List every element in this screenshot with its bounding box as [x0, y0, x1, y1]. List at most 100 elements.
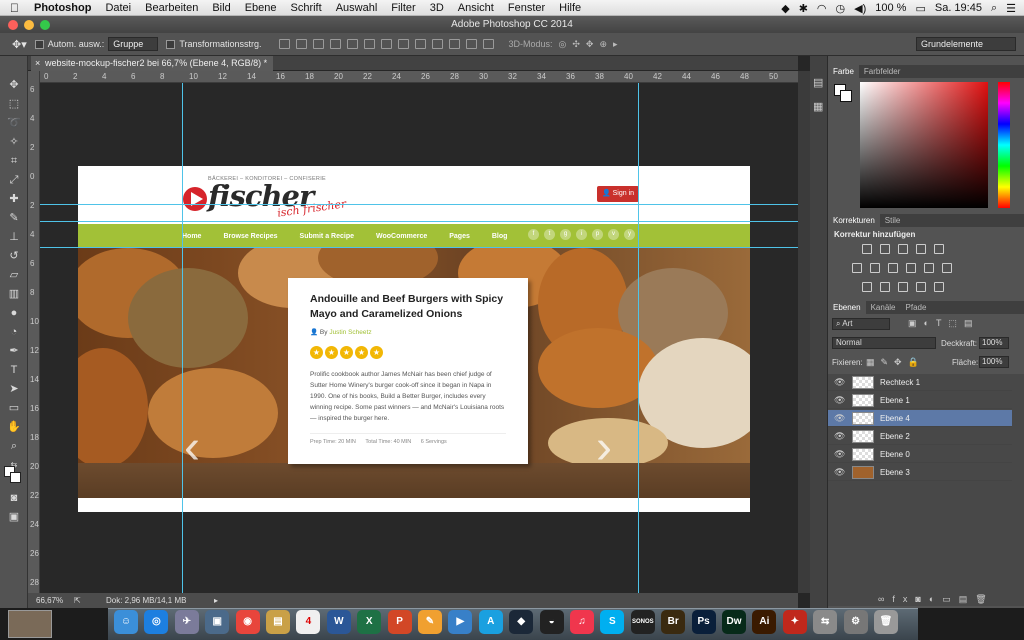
dock-acrobat-icon[interactable]: ✦	[782, 610, 807, 634]
menu-hilfe[interactable]: Hilfe	[552, 2, 588, 14]
menu-filter[interactable]: Filter	[384, 2, 422, 14]
stamp-tool-icon[interactable]: ⊥	[6, 230, 22, 244]
move-tool-icon[interactable]: ✥	[6, 78, 22, 92]
color-picker-field[interactable]	[860, 82, 988, 208]
minimize-window-button[interactable]	[24, 20, 34, 30]
workspace-dropdown[interactable]: Grundelemente	[916, 37, 1016, 51]
dock-sonos-icon[interactable]: SONOS	[630, 610, 655, 634]
properties-panel-icon[interactable]: ▦	[813, 100, 823, 113]
dodge-tool-icon[interactable]: ◔	[6, 325, 22, 339]
dock-skype-icon[interactable]: S	[600, 610, 625, 634]
blur-tool-icon[interactable]: ●	[6, 306, 22, 320]
gradient-tool-icon[interactable]: ▥	[6, 287, 22, 301]
dock-safari-icon[interactable]: ◎	[144, 610, 169, 634]
align-right-icon[interactable]	[363, 39, 375, 49]
dock-sonos-icon[interactable]: ◒	[539, 610, 564, 634]
volume-icon[interactable]: ◀)	[854, 2, 866, 15]
align-left-icon[interactable]	[329, 39, 341, 49]
menu-ebene[interactable]: Ebene	[238, 2, 284, 14]
nav-pages[interactable]: Pages	[449, 233, 470, 240]
website-mockup[interactable]: BÄCKEREI – KONDITOREI – CONFISERIE fisch…	[78, 166, 750, 512]
layer-action-icons[interactable]: ∞fx◙◐▭▤🗑	[878, 594, 995, 605]
menu-schrift[interactable]: Schrift	[284, 2, 329, 14]
layer-row[interactable]: 👁 Ebene 0	[828, 446, 1012, 463]
nav-home[interactable]: Home	[182, 233, 201, 240]
nav-woocommerce[interactable]: WooCommerce	[376, 233, 427, 240]
tab-stile[interactable]: Stile	[880, 214, 906, 227]
3d-mode-icons[interactable]: ◎✣✥⊕▸	[559, 39, 624, 50]
dock-trash-icon[interactable]: 🗑	[874, 610, 898, 634]
notification-center-icon[interactable]: ☰	[1006, 2, 1016, 15]
align-vcenter-icon[interactable]	[295, 39, 307, 49]
eyedropper-icon[interactable]: ⤢	[6, 173, 22, 187]
bluetooth-icon[interactable]: ✱	[799, 2, 808, 15]
dock-keynote-icon[interactable]: ▶	[448, 610, 473, 634]
screen-mode-icon[interactable]: ▣	[6, 510, 22, 524]
distribute-hcenter-icon[interactable]	[448, 39, 460, 49]
lock-icons[interactable]: ▦✎✥🔒	[866, 357, 925, 368]
path-select-icon[interactable]: ➤	[6, 382, 22, 396]
nav-submit-recipe[interactable]: Submit a Recipe	[300, 233, 354, 240]
layer-row[interactable]: 👁 Ebene 3	[828, 464, 1012, 481]
recipe-card[interactable]: Andouille and Beef Burgers with Spicy Ma…	[288, 278, 528, 464]
googleplus-icon[interactable]: g	[560, 229, 571, 240]
lasso-tool-icon[interactable]: ➰	[6, 116, 22, 130]
battery-icon[interactable]: ▭	[915, 2, 925, 15]
layer-row[interactable]: 👁 Ebene 1	[828, 392, 1012, 409]
visibility-eye-icon[interactable]: 👁	[834, 377, 845, 388]
facebook-icon[interactable]: f	[528, 229, 539, 240]
time-machine-icon[interactable]: ◷	[836, 2, 846, 15]
align-top-icon[interactable]	[278, 39, 290, 49]
slider-prev-arrow-icon[interactable]: ‹	[184, 418, 210, 478]
export-icon[interactable]: ⇱	[74, 593, 81, 608]
history-panel-icon[interactable]: ▤	[813, 76, 823, 89]
color-lookup-icon[interactable]	[942, 263, 952, 273]
layer-row-selected[interactable]: 👁 Ebene 4	[828, 410, 1012, 427]
background-color-swatch[interactable]	[10, 472, 21, 483]
dock-bridge-icon[interactable]: Br	[661, 610, 686, 634]
history-brush-icon[interactable]: ↺	[6, 249, 22, 263]
document-tab[interactable]: × website-mockup-fischer2 bei 66,7% (Ebe…	[31, 56, 274, 71]
status-menu-icon[interactable]: ▸	[214, 593, 218, 608]
magic-wand-icon[interactable]: ✧	[6, 135, 22, 149]
wifi-icon[interactable]: ◠	[817, 2, 827, 15]
visibility-eye-icon[interactable]: 👁	[834, 467, 845, 478]
layer-filter-icons[interactable]: ▣◐T⬚▤	[908, 318, 979, 329]
youtube-icon[interactable]: y	[624, 229, 635, 240]
tab-korrekturen[interactable]: Korrekturen	[828, 214, 880, 227]
tab-pfade[interactable]: Pfade	[901, 301, 932, 314]
vibrance-icon[interactable]	[934, 244, 944, 254]
channel-mixer-icon[interactable]	[924, 263, 934, 273]
dock-rocket-icon[interactable]: ✈	[174, 610, 199, 634]
clock[interactable]: Sa. 19:45	[935, 2, 982, 14]
twitter-icon[interactable]: t	[544, 229, 555, 240]
menu-auswahl[interactable]: Auswahl	[329, 2, 385, 14]
dock-photoshop-icon[interactable]: Ps	[691, 610, 716, 634]
tab-kanaele[interactable]: Kanäle	[866, 301, 901, 314]
battery-label[interactable]: 100 %	[875, 2, 906, 14]
zoom-tool-icon[interactable]: ⌕	[6, 439, 22, 453]
instagram-icon[interactable]: i	[576, 229, 587, 240]
posterize-icon[interactable]	[880, 282, 890, 292]
search-icon[interactable]: ⌕	[991, 2, 997, 15]
guide-vertical[interactable]	[182, 83, 183, 593]
auto-select-checkbox[interactable]	[34, 39, 44, 49]
visibility-eye-icon[interactable]: 👁	[834, 395, 845, 406]
dock-migration-icon[interactable]: ⇆	[813, 610, 838, 634]
guide-horizontal[interactable]	[40, 247, 798, 248]
hand-tool-icon[interactable]: ✋	[6, 420, 22, 434]
layer-filter-dropdown[interactable]: ⌕ Art	[832, 318, 890, 330]
dock-powerpoint-icon[interactable]: P	[387, 610, 412, 634]
bg-color-swatch[interactable]	[840, 90, 852, 102]
recipe-title[interactable]: Andouille and Beef Burgers with Spicy Ma…	[310, 292, 506, 322]
distribute-vcenter-icon[interactable]	[397, 39, 409, 49]
app-menu[interactable]: Photoshop	[27, 2, 98, 14]
curves-icon[interactable]	[898, 244, 908, 254]
align-bottom-icon[interactable]	[312, 39, 324, 49]
dock-word-icon[interactable]: W	[326, 610, 351, 634]
brightness-icon[interactable]	[862, 244, 872, 254]
blend-mode-dropdown[interactable]: Normal	[832, 337, 936, 349]
distribute-bottom-icon[interactable]	[414, 39, 426, 49]
recipe-author[interactable]: Justin Scheetz	[329, 329, 371, 336]
close-tab-icon[interactable]: ×	[35, 56, 40, 71]
